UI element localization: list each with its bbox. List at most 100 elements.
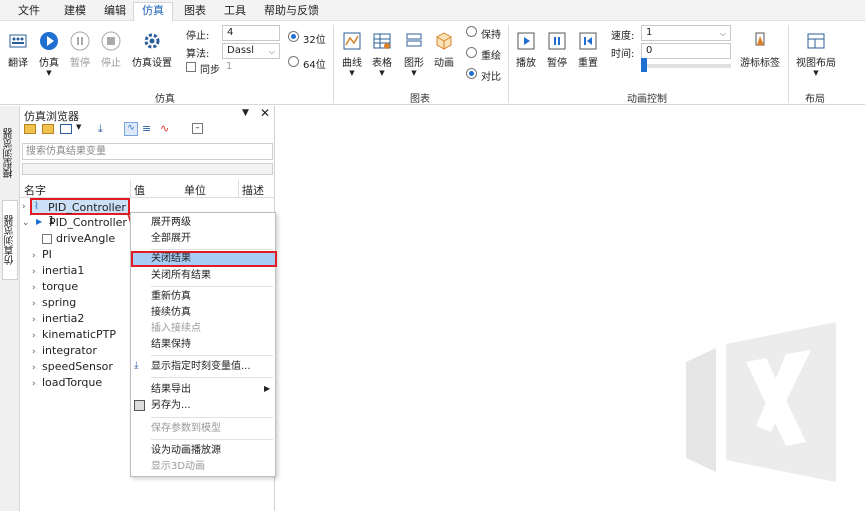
- menu-file[interactable]: 文件: [16, 3, 42, 19]
- chevron-right-icon[interactable]: ›: [32, 299, 36, 309]
- menu-keep-result[interactable]: 结果保持: [131, 337, 277, 353]
- shape-label: 图形: [404, 58, 424, 69]
- tab-sim-browser[interactable]: 仿真浏览器: [2, 200, 18, 280]
- menu-resimulate[interactable]: 重新仿真: [131, 289, 277, 305]
- separator: [130, 180, 131, 198]
- menu-expand-all[interactable]: 全部展开: [131, 231, 277, 247]
- menu-save-params[interactable]: 保存参数到模型: [131, 421, 277, 437]
- radio-64bit[interactable]: [288, 56, 299, 67]
- animation-label: 动画: [434, 58, 454, 69]
- sim-settings-button[interactable]: 仿真设置: [128, 31, 176, 69]
- list-icon[interactable]: ≡: [142, 122, 151, 135]
- chevron-down-icon[interactable]: ▼: [76, 123, 81, 131]
- table-row[interactable]: kinematicPTP: [42, 328, 116, 341]
- menu-show-3d[interactable]: 显示3D动画: [131, 459, 277, 475]
- table-row[interactable]: loadTorque: [42, 376, 102, 389]
- chevron-right-icon[interactable]: ›: [32, 379, 36, 389]
- table-row[interactable]: spring: [42, 296, 76, 309]
- curve-chart-icon: [343, 32, 361, 50]
- separator: [333, 25, 334, 103]
- wave-icon[interactable]: ∿: [160, 122, 169, 135]
- chevron-right-icon[interactable]: ›: [32, 267, 36, 277]
- radio-keep[interactable]: [466, 26, 477, 37]
- algorithm-label: 算法:: [186, 49, 210, 60]
- open-folder-icon[interactable]: [24, 124, 36, 134]
- chevron-right-icon[interactable]: ›: [22, 202, 26, 212]
- col-unit[interactable]: 单位: [184, 182, 206, 198]
- chevron-right-icon[interactable]: ›: [32, 347, 36, 357]
- export-icon[interactable]: [60, 124, 72, 134]
- col-value[interactable]: 值: [134, 182, 145, 198]
- menu-continue-sim[interactable]: 接续仿真: [131, 305, 277, 321]
- simulate-button[interactable]: 仿真 ▼: [34, 31, 64, 77]
- chevron-right-icon[interactable]: ›: [32, 331, 36, 341]
- table-row[interactable]: driveAngle: [56, 232, 115, 245]
- radio-compare[interactable]: [466, 68, 477, 79]
- menu-export[interactable]: 结果导出: [131, 382, 277, 398]
- table-row[interactable]: ⌇ PID_Controller 1: [30, 198, 130, 227]
- tab-model-browser[interactable]: 模型浏览器: [2, 114, 18, 192]
- menu-insert-point[interactable]: 插入接续点: [131, 321, 277, 337]
- cursor-label-button[interactable]: 游标标签: [737, 31, 783, 69]
- menu-save-as[interactable]: 另存为...: [131, 398, 277, 414]
- menu-set-anim-source[interactable]: 设为动画播放源: [131, 443, 277, 459]
- radio-32bit[interactable]: [288, 31, 299, 42]
- menu-help[interactable]: 帮助与反馈: [262, 3, 321, 19]
- time-slider-handle[interactable]: [641, 58, 647, 72]
- pause-button[interactable]: 暂停: [66, 31, 94, 69]
- filter-bar[interactable]: [22, 163, 273, 175]
- anim-pause-button[interactable]: 暂停: [543, 31, 571, 69]
- algorithm-select[interactable]: Dassl ⌵: [222, 43, 280, 59]
- table-row[interactable]: integrator: [42, 344, 97, 357]
- folder-icon[interactable]: [42, 124, 54, 134]
- chevron-right-icon[interactable]: ›: [32, 315, 36, 325]
- menu-show-var[interactable]: 显示指定时刻变量值...: [131, 359, 277, 375]
- translate-button[interactable]: 翻译: [4, 31, 32, 69]
- menu-close-result[interactable]: 关闭结果: [131, 251, 277, 267]
- table-button[interactable]: 表格 ▼: [368, 31, 396, 77]
- menu-model[interactable]: 建模: [62, 3, 88, 19]
- shape-icon: [406, 33, 422, 47]
- table-row[interactable]: inertia2: [42, 312, 84, 325]
- menu-edit[interactable]: 编辑: [102, 3, 128, 19]
- var-checkbox[interactable]: [42, 234, 52, 244]
- stop-time-input[interactable]: 4: [222, 25, 280, 41]
- chevron-down-icon[interactable]: ▼: [242, 108, 249, 118]
- col-desc[interactable]: 描述: [242, 182, 264, 198]
- menu-close-all[interactable]: 关闭所有结果: [131, 268, 277, 284]
- collapse-icon[interactable]: –: [192, 123, 203, 134]
- plot-icon[interactable]: ⤓: [98, 122, 103, 136]
- table-row[interactable]: PI: [42, 248, 52, 261]
- col-name[interactable]: 名字: [24, 182, 46, 198]
- time-input[interactable]: 0: [641, 43, 731, 59]
- menu-tools[interactable]: 工具: [222, 3, 248, 19]
- time-slider-track[interactable]: [641, 64, 731, 68]
- chevron-right-icon[interactable]: ›: [32, 251, 36, 261]
- chevron-right-icon[interactable]: ›: [32, 363, 36, 373]
- speed-select[interactable]: 1 ⌵: [641, 25, 731, 41]
- table-row[interactable]: speedSensor: [42, 360, 113, 373]
- radio-redraw[interactable]: [466, 47, 477, 58]
- search-input[interactable]: 搜索仿真结果变量: [22, 143, 273, 160]
- menu-bar: 文件 建模 编辑 仿真 图表 工具 帮助与反馈: [0, 0, 865, 21]
- reset-button[interactable]: 重置: [574, 31, 602, 69]
- stop-button[interactable]: 停止: [97, 31, 125, 69]
- animation-button[interactable]: 动画: [430, 31, 458, 69]
- curve-view-icon[interactable]: ∿: [124, 122, 138, 136]
- table-row[interactable]: torque: [42, 280, 78, 293]
- close-icon[interactable]: ✕: [260, 106, 270, 120]
- play-button[interactable]: 播放: [512, 31, 540, 69]
- separator: [151, 355, 273, 356]
- curve-button[interactable]: 曲线 ▼: [338, 31, 366, 77]
- shape-button[interactable]: 图形 ▼: [400, 31, 428, 77]
- sync-checkbox[interactable]: [186, 62, 196, 72]
- table-row[interactable]: inertia1: [42, 264, 84, 277]
- view-layout-button[interactable]: 视图布局 ▼: [792, 31, 840, 77]
- menu-simulation[interactable]: 仿真: [133, 2, 173, 21]
- cursor-label-icon: [755, 32, 765, 46]
- translate-icon: [9, 34, 27, 48]
- chevron-down-icon[interactable]: ⌄: [22, 218, 30, 228]
- chevron-right-icon[interactable]: ›: [32, 283, 36, 293]
- menu-chart[interactable]: 图表: [182, 3, 208, 19]
- menu-expand-two[interactable]: 展开两级: [131, 215, 277, 231]
